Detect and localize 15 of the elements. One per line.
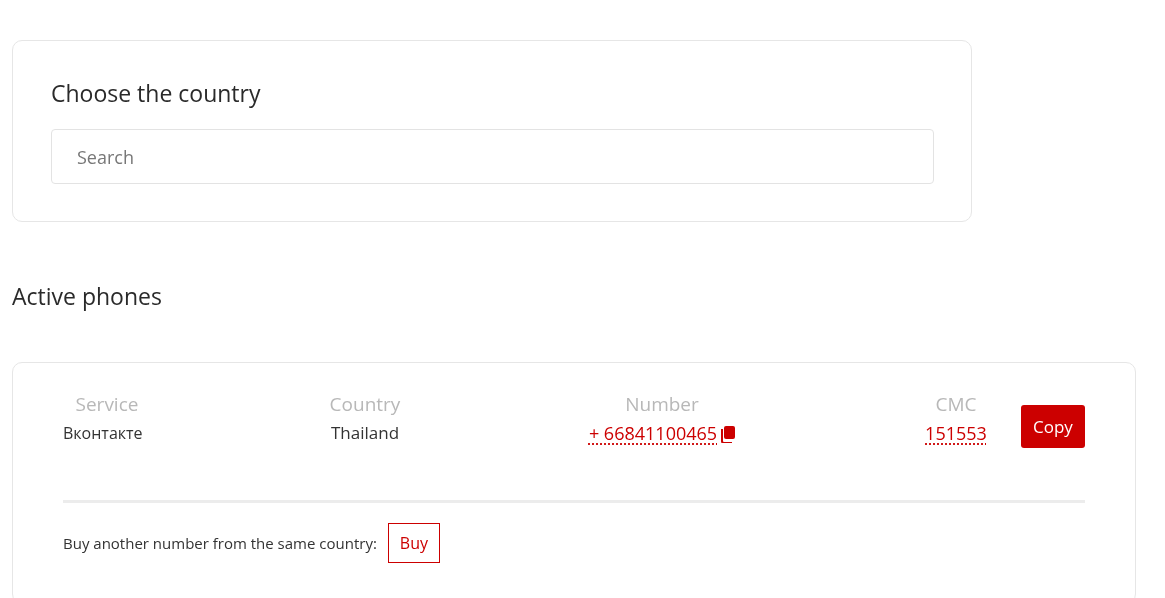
sms-code-link[interactable]: 151553	[925, 420, 987, 445]
service-name: Вконтакте	[63, 421, 143, 444]
copy-button[interactable]: Copy	[1021, 405, 1085, 448]
country-name: Thailand	[330, 421, 400, 444]
search-field[interactable]: Search	[51, 129, 934, 184]
panel-title: Choose the country	[51, 77, 261, 109]
buy-prompt: Buy another number from the same country:	[63, 533, 377, 553]
section-title: Active phones	[12, 280, 162, 312]
column-header: Number	[625, 391, 699, 417]
phone-number-link[interactable]: + 66841100465	[588, 420, 718, 445]
copy-icon[interactable]	[721, 426, 736, 444]
column-header: Country	[329, 391, 401, 417]
column-header: CMC	[935, 391, 977, 417]
buy-button[interactable]: Buy	[387, 523, 440, 563]
column-header: Service	[75, 391, 139, 417]
